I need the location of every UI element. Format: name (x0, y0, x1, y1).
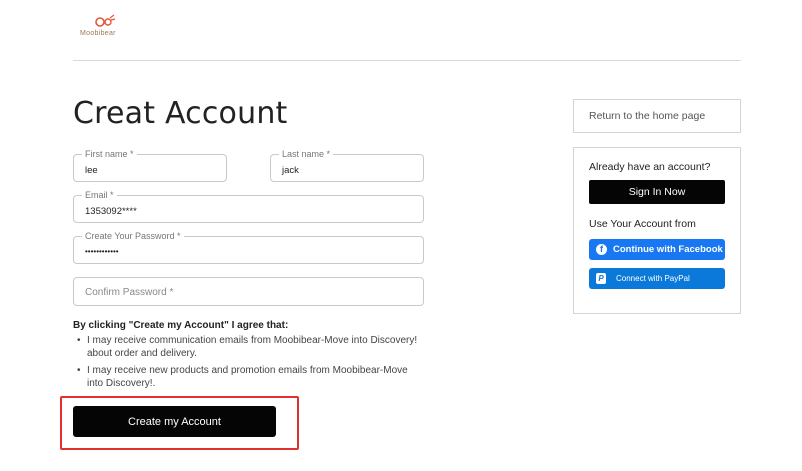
first-name-label: First name * (82, 149, 137, 160)
last-name-value: jack (282, 165, 299, 176)
agreement-item: • I may receive communication emails from… (77, 335, 418, 359)
confirm-password-placeholder: Confirm Password * (85, 287, 174, 298)
brand-logo[interactable]: Moobibear (80, 14, 132, 40)
facebook-icon: f (596, 244, 607, 255)
page-title: Creat Account (73, 96, 288, 131)
password-label: Create Your Password * (82, 231, 184, 242)
password-value: •••••••••••• (85, 247, 119, 256)
last-name-label: Last name * (279, 149, 334, 160)
email-value: 1353092**** (85, 206, 137, 217)
agreement-item: • I may receive new products and promotio… (77, 365, 408, 389)
facebook-button-label: Continue with Facebook (613, 244, 723, 255)
agreement-item-text: I may receive new products and promotion… (87, 365, 408, 389)
paypal-login-button[interactable]: P Connect with PayPal (589, 268, 725, 289)
first-name-field[interactable]: First name * lee (73, 149, 227, 182)
first-name-value: lee (85, 165, 98, 176)
brand-name: Moobibear (80, 30, 116, 37)
create-account-button[interactable]: Create my Account (73, 406, 276, 437)
agreement-item-text: I may receive communication emails from … (87, 335, 418, 359)
already-have-account-text: Already have an account? (589, 161, 711, 173)
agreement-list: • I may receive communication emails from… (73, 335, 423, 395)
sign-in-button[interactable]: Sign In Now (589, 180, 725, 204)
facebook-login-button[interactable]: f Continue with Facebook (589, 239, 725, 260)
agreement-title: By clicking "Create my Account" I agree … (73, 320, 289, 331)
email-field[interactable]: Email * 1353092**** (73, 190, 424, 223)
return-home-link[interactable]: Return to the home page (573, 99, 741, 133)
header-divider (73, 60, 741, 61)
paypal-button-label: Connect with PayPal (616, 274, 690, 283)
email-label: Email * (82, 190, 117, 201)
paypal-icon: P (596, 273, 606, 284)
confirm-password-field[interactable]: Confirm Password * (73, 277, 424, 306)
password-field[interactable]: Create Your Password * •••••••••••• (73, 231, 424, 264)
moobibear-logo-icon (95, 14, 116, 27)
use-account-from-text: Use Your Account from (589, 218, 696, 230)
last-name-field[interactable]: Last name * jack (270, 149, 424, 182)
